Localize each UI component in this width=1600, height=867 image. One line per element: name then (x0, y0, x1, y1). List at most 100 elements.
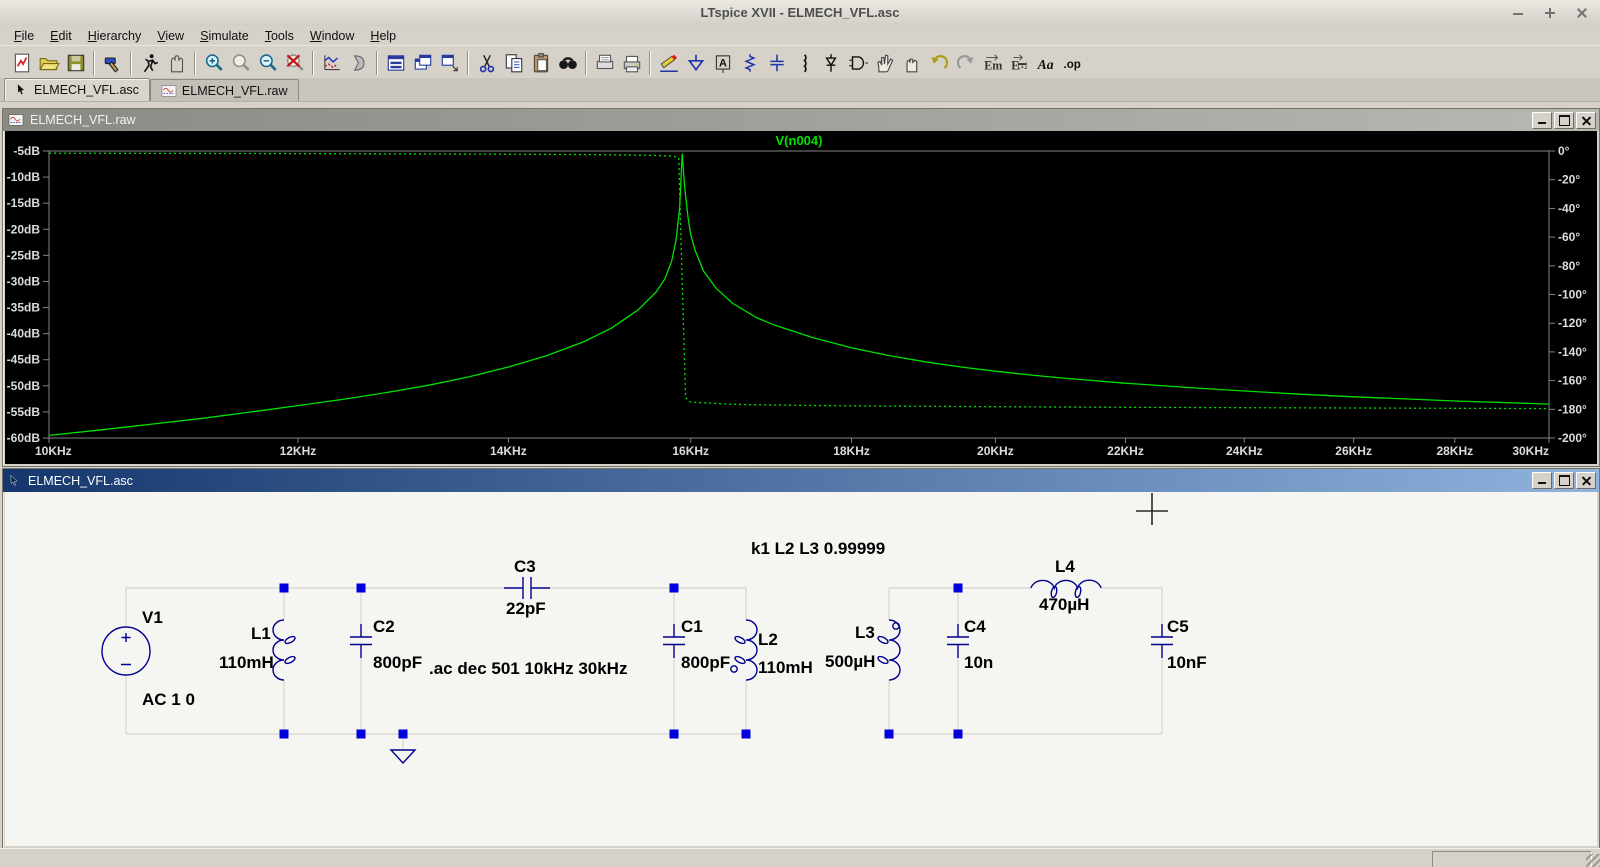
app-minimize-button[interactable] (1512, 7, 1524, 19)
tab-label: ELMECH_VFL.asc (34, 83, 139, 97)
plot-minimize-button[interactable] (1532, 112, 1552, 129)
y-left-tick-label: -50dB (7, 379, 41, 393)
capacitor-icon[interactable] (763, 49, 790, 76)
component-ref-L3: L3 (855, 623, 875, 642)
autorange-y-icon[interactable] (318, 49, 345, 76)
schematic-maximize-button[interactable] (1554, 472, 1574, 489)
x-tick-label: 24KHz (1226, 444, 1263, 458)
component-icon[interactable] (844, 49, 871, 76)
find-icon[interactable] (554, 49, 581, 76)
menu-view[interactable]: View (149, 28, 192, 44)
schematic-cursor-icon (8, 474, 22, 488)
save-icon[interactable] (62, 49, 89, 76)
plot-area[interactable]: V(n004) -5dB-10dB-15dB-20dB-25dB-30dB-35… (5, 131, 1597, 464)
x-tick-label: 30KHz (1512, 444, 1549, 458)
component-ref-C1: C1 (681, 617, 703, 636)
menu-simulate[interactable]: Simulate (192, 28, 257, 44)
x-tick-label: 22KHz (1107, 444, 1144, 458)
tab-bar: ELMECH_VFL.asc ELMECH_VFL.raw (0, 78, 1600, 102)
trace-label[interactable]: V(n004) (776, 133, 823, 148)
halt-icon[interactable] (163, 49, 190, 76)
y-left-tick-label: -25dB (7, 248, 41, 262)
resistor-icon[interactable] (736, 49, 763, 76)
cascade-windows-icon[interactable] (409, 49, 436, 76)
schematic-close-button[interactable] (1576, 472, 1596, 489)
zoom-back-icon[interactable] (227, 49, 254, 76)
status-bar (0, 848, 1600, 867)
resize-grip[interactable] (1586, 854, 1600, 867)
phase-dot (893, 623, 899, 629)
menu-hierarchy[interactable]: Hierarchy (80, 28, 150, 44)
schematic-minimize-button[interactable] (1532, 472, 1552, 489)
bode-plot: V(n004) -5dB-10dB-15dB-20dB-25dB-30dB-35… (5, 131, 1597, 464)
zoom-in-icon[interactable] (200, 49, 227, 76)
redo-icon[interactable] (952, 49, 979, 76)
copy-icon[interactable] (500, 49, 527, 76)
tile-horizontal-icon[interactable] (382, 49, 409, 76)
x-tick-label: 28KHz (1436, 444, 1473, 458)
y-right-tick-label: -80° (1558, 259, 1580, 273)
plot-close-button[interactable] (1576, 112, 1596, 129)
tile-vertical-icon[interactable] (436, 49, 463, 76)
open-icon[interactable] (35, 49, 62, 76)
component-value-C3: 22pF (506, 599, 546, 618)
svg-text:E: E (1014, 61, 1028, 69)
magnitude-trace[interactable] (49, 154, 1549, 436)
menu-file[interactable]: File (6, 28, 42, 44)
diode-icon[interactable] (817, 49, 844, 76)
app-titlebar: LTspice XVII - ELMECH_VFL.asc (0, 0, 1600, 27)
component-value-V1: AC 1 0 (142, 690, 195, 709)
net-label-icon[interactable]: A (709, 49, 736, 76)
tab-elmech-vfl-asc[interactable]: ELMECH_VFL.asc (4, 78, 150, 101)
undo-icon[interactable] (925, 49, 952, 76)
menu-tools[interactable]: Tools (257, 28, 302, 44)
print-icon[interactable] (618, 49, 645, 76)
phase-trace[interactable] (49, 153, 1549, 408)
component-value-C5: 10nF (1167, 653, 1207, 672)
toolbar-separator (130, 51, 132, 75)
mirror-icon[interactable]: Em (979, 49, 1006, 76)
new-schematic-icon[interactable] (8, 49, 35, 76)
y-right-tick-label: -160° (1558, 374, 1587, 388)
drag-icon[interactable] (898, 49, 925, 76)
rotate-icon[interactable]: EE (1006, 49, 1033, 76)
spice-directive-k: k1 L2 L3 0.99999 (751, 539, 885, 558)
print-preview-icon[interactable] (591, 49, 618, 76)
component-ref-L4: L4 (1055, 557, 1075, 576)
schematic-canvas[interactable]: V1 AC 1 0 L1 110mH C2 800pF C3 22pF C1 8… (5, 492, 1597, 846)
menu-edit[interactable]: Edit (42, 28, 80, 44)
y-right-tick-label: -120° (1558, 316, 1587, 330)
x-tick-label: 12KHz (280, 444, 317, 458)
y-left-tick-label: -20dB (7, 222, 41, 236)
plot-maximize-button[interactable] (1554, 112, 1574, 129)
plot-settings-icon[interactable] (345, 49, 372, 76)
spice-directive-icon[interactable]: .op (1060, 49, 1087, 76)
app-maximize-button[interactable] (1544, 7, 1556, 19)
waveform-window-titlebar[interactable]: ELMECH_VFL.raw (3, 109, 1599, 131)
text-icon[interactable]: Aa (1033, 49, 1060, 76)
ground-icon[interactable] (682, 49, 709, 76)
capacitor-C3-symbol (504, 577, 550, 599)
toolbar-separator (93, 51, 95, 75)
tab-elmech-vfl-raw[interactable]: ELMECH_VFL.raw (150, 79, 299, 101)
schematic-window-titlebar[interactable]: ELMECH_VFL.asc (3, 469, 1599, 492)
move-icon[interactable] (871, 49, 898, 76)
zoom-out-icon[interactable] (254, 49, 281, 76)
run-icon[interactable] (136, 49, 163, 76)
component-value-L4: 470µH (1039, 595, 1089, 614)
menu-help[interactable]: Help (362, 28, 404, 44)
zoom-full-extents-icon[interactable] (281, 49, 308, 76)
waveform-icon (161, 84, 177, 98)
phase-dot (731, 666, 737, 672)
paste-icon[interactable] (527, 49, 554, 76)
trace-curves (49, 153, 1549, 435)
menu-window[interactable]: Window (302, 28, 362, 44)
cut-icon[interactable] (473, 49, 500, 76)
x-tick-label: 16KHz (672, 444, 709, 458)
inductor-icon[interactable] (790, 49, 817, 76)
waveform-window-title: ELMECH_VFL.raw (30, 113, 136, 127)
app-close-button[interactable] (1576, 7, 1588, 19)
circuit-schematic: V1 AC 1 0 L1 110mH C2 800pF C3 22pF C1 8… (5, 492, 1597, 846)
control-panel-icon[interactable] (99, 49, 126, 76)
wire-icon[interactable] (655, 49, 682, 76)
